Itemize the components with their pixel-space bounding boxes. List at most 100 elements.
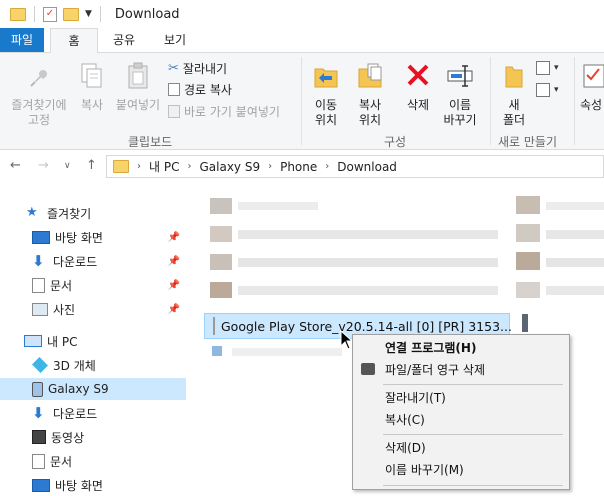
customize-dropdown-icon[interactable]: ▼ [85,9,92,19]
folder-icon [10,7,26,21]
cut-button[interactable]: ✂ 잘라내기 [168,60,227,77]
new-folder-label: 새 폴더 [502,98,526,127]
group-divider [574,57,575,145]
copy-path-button[interactable]: 경로 복사 [168,81,232,98]
nav-label: 동영상 [51,430,85,445]
file-thumbnail[interactable] [210,282,232,298]
chevron-right-icon[interactable]: › [268,161,272,172]
pin-icon [30,70,47,87]
file-thumbnail[interactable] [522,314,528,332]
nav-videos[interactable]: 동영상 [0,426,186,448]
up-arrow-icon[interactable]: ↑ [86,158,97,173]
menu-cut[interactable]: 잘라내기(T) [353,387,569,409]
nav-label: 문서 [50,278,73,293]
nav-desktop-2[interactable]: 바탕 화면 [0,474,186,496]
blurred-file-name[interactable] [238,230,498,239]
nav-label: 내 PC [47,334,78,349]
paste-button[interactable]: 붙여넣기 [112,61,164,113]
nav-3d-objects[interactable]: 3D 개체 [0,354,186,376]
file-thumbnail[interactable] [210,254,232,270]
copy-to-button[interactable]: 복사 위치 [350,61,390,128]
blurred-file-name[interactable] [546,258,604,267]
blurred-file-name[interactable] [232,348,342,356]
file-thumbnail[interactable] [516,252,540,270]
blurred-file-name[interactable] [546,286,604,295]
delete-button[interactable]: 삭제 [398,61,438,113]
file-thumbnail[interactable] [516,282,540,298]
new-folder-button[interactable]: 새 폴더 [496,61,532,128]
file-icon [213,317,215,335]
divider [34,6,35,22]
ribbon-tabs: 파일 홈 공유 보기 [0,28,604,54]
menu-rename[interactable]: 이름 바꾸기(M) [353,459,569,481]
chevron-right-icon[interactable]: › [187,161,191,172]
easy-access-button[interactable]: ▾ [536,83,559,97]
tab-view[interactable]: 보기 [152,28,198,52]
back-arrow-icon[interactable]: ← [10,158,21,173]
nav-desktop[interactable]: 바탕 화면 📌 [0,226,186,248]
window-title: Download [114,6,180,22]
tab-share[interactable]: 공유 [106,28,142,52]
quick-access-toolbar: ✓ ▼ [0,6,103,22]
forward-arrow-icon[interactable]: → [38,158,49,173]
menu-permanent-delete[interactable]: 파일/폴더 영구 삭제 [353,359,569,381]
tab-file[interactable]: 파일 [0,28,44,52]
address-box[interactable]: › 내 PC › Galaxy S9 › Phone › Download [106,155,604,178]
breadcrumb-this-pc[interactable]: 내 PC [149,158,179,175]
file-thumbnail[interactable] [210,226,232,242]
nav-downloads-2[interactable]: ⬇ 다운로드 [0,402,186,424]
file-thumbnail[interactable] [212,346,222,356]
breadcrumb-galaxy-s9[interactable]: Galaxy S9 [199,160,260,174]
menu-copy[interactable]: 복사(C) [353,409,569,431]
properties-button[interactable]: 속성 [578,61,604,113]
pin-icon[interactable]: 📌 [168,280,180,291]
pin-to-quick-access-button[interactable]: 즐겨찾기에 고정 [4,65,74,128]
nav-this-pc[interactable]: 내 PC [0,330,186,352]
blurred-file-name[interactable] [238,286,498,295]
chevron-right-icon[interactable]: › [325,161,329,172]
pin-icon[interactable]: 📌 [168,232,180,243]
tab-home[interactable]: 홈 [50,28,98,54]
nav-quick-access[interactable]: ★ 즐겨찾기 [0,202,186,224]
copy-button[interactable]: 복사 [76,61,108,113]
breadcrumb-download[interactable]: Download [337,160,397,174]
move-to-button[interactable]: 이동 위치 [306,61,346,128]
download-icon: ⬇ [32,252,45,270]
copy-path-label: 경로 복사 [184,83,232,97]
blurred-file-name[interactable] [238,258,498,267]
nav-pictures[interactable]: 사진 📌 [0,298,186,320]
desktop-icon [32,230,50,244]
file-thumbnail[interactable] [516,196,540,214]
recent-locations-chevron-icon[interactable]: ∨ [64,161,71,171]
menu-open-with[interactable]: 연결 프로그램(H) [353,337,569,359]
properties-check-icon[interactable]: ✓ [43,6,57,22]
blurred-file-name[interactable] [546,230,604,239]
clipboard-group-label: 클립보드 [128,135,173,149]
blurred-file-name[interactable] [238,202,318,210]
nav-label: 문서 [50,454,73,469]
nav-galaxy-s9[interactable]: Galaxy S9 [0,378,186,400]
paste-shortcut-label: 바로 가기 붙여넣기 [184,105,280,119]
nav-label: 바탕 화면 [55,230,103,245]
paste-shortcut-button[interactable]: 바로 가기 붙여넣기 [168,103,280,120]
folder-icon [113,160,129,173]
breadcrumb-phone[interactable]: Phone [280,160,317,174]
nav-documents-2[interactable]: 문서 [0,450,186,472]
nav-documents[interactable]: 문서 📌 [0,274,186,296]
pin-icon[interactable]: 📌 [168,304,180,315]
nav-downloads[interactable]: ⬇ 다운로드 📌 [0,250,186,272]
file-thumbnail[interactable] [516,224,540,242]
rename-button[interactable]: 이름 바꾸기 [440,61,480,128]
chevron-right-icon[interactable]: › [137,161,141,172]
blurred-file-name[interactable] [546,202,604,210]
computer-icon [24,335,42,347]
nav-label: 3D 개체 [53,358,96,373]
new-folder-icon[interactable] [63,7,79,21]
file-thumbnail[interactable] [210,198,232,214]
menu-delete[interactable]: 삭제(D) [353,437,569,459]
pin-icon[interactable]: 📌 [168,256,180,267]
phone-icon [32,381,43,397]
paste-label: 붙여넣기 [115,98,161,112]
scissors-icon: ✂ [168,61,179,76]
new-item-button[interactable]: ▾ [536,61,559,75]
